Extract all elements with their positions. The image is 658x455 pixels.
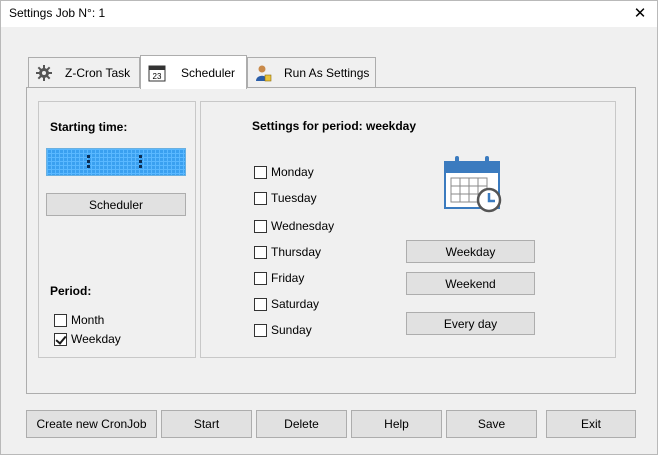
period-month-checkbox[interactable]: Month	[54, 312, 104, 328]
checkbox-label: Friday	[271, 271, 305, 285]
checkbox-label: Monday	[271, 165, 314, 179]
tab-scheduler[interactable]: 23 Scheduler	[140, 55, 247, 89]
day-monday-checkbox[interactable]: Monday	[254, 164, 314, 180]
window-title: Settings Job N°: 1	[9, 6, 106, 20]
checkbox-box[interactable]	[54, 332, 67, 346]
checkbox-label: Weekday	[71, 332, 121, 346]
tab-label: Scheduler	[181, 65, 236, 80]
calendar-icon: 23	[148, 65, 166, 82]
checkbox-box[interactable]	[254, 191, 267, 205]
time-display	[46, 148, 186, 176]
checkbox-box[interactable]	[254, 219, 267, 233]
calendar-clock-icon	[444, 156, 502, 213]
checkbox-box[interactable]	[254, 165, 267, 179]
period-label: Period:	[50, 284, 92, 298]
checkbox-label: Saturday	[271, 297, 320, 311]
start-button[interactable]: Start	[161, 410, 252, 438]
checkbox-box[interactable]	[54, 313, 67, 327]
checkbox-label: Wednesday	[271, 219, 335, 233]
tab-z-cron-task[interactable]: Z-Cron Task	[28, 57, 140, 87]
checkbox-label: Sunday	[271, 323, 312, 337]
day-thursday-checkbox[interactable]: Thursday	[254, 244, 321, 260]
calendar-icon-text: 23	[153, 72, 162, 81]
period-settings-heading: Settings for period: weekday	[252, 119, 417, 133]
day-friday-checkbox[interactable]: Friday	[254, 270, 304, 286]
every-day-button[interactable]: Every day	[406, 312, 535, 335]
tab-run-as-settings[interactable]: Run As Settings	[247, 57, 376, 87]
save-button[interactable]: Save	[446, 410, 537, 438]
checkbox-label: Month	[71, 313, 105, 327]
period-weekday-checkbox[interactable]: Weekday	[54, 331, 121, 347]
exit-button[interactable]: Exit	[546, 410, 636, 438]
weekend-button[interactable]: Weekend	[406, 272, 535, 295]
weekday-button[interactable]: Weekday	[406, 240, 535, 263]
close-icon[interactable]: ✕	[629, 3, 651, 25]
help-button[interactable]: Help	[351, 410, 442, 438]
day-tuesday-checkbox[interactable]: Tuesday	[254, 190, 317, 206]
checkbox-box[interactable]	[254, 245, 267, 259]
delete-button[interactable]: Delete	[256, 410, 347, 438]
starting-time-label: Starting time:	[50, 120, 128, 134]
scheduler-button[interactable]: Scheduler	[46, 193, 186, 216]
time-colon	[87, 155, 91, 171]
day-saturday-checkbox[interactable]: Saturday	[254, 296, 319, 312]
tab-label: Z-Cron Task	[65, 65, 131, 80]
day-wednesday-checkbox[interactable]: Wednesday	[254, 218, 334, 234]
checkbox-label: Tuesday	[271, 191, 317, 205]
create-cronjob-button[interactable]: Create new CronJob	[26, 410, 157, 438]
gear-icon	[36, 65, 52, 81]
checkbox-box[interactable]	[254, 271, 267, 285]
title-bar: Settings Job N°: 1 ✕	[1, 1, 657, 27]
checkbox-label: Thursday	[271, 245, 322, 259]
user-icon	[256, 65, 272, 82]
tab-label: Run As Settings	[284, 65, 370, 80]
time-colon	[139, 155, 143, 171]
settings-window: Settings Job N°: 1 ✕ Z-Cron Task 23 Sche…	[0, 0, 658, 455]
day-sunday-checkbox[interactable]: Sunday	[254, 322, 312, 338]
checkbox-box[interactable]	[254, 297, 267, 311]
checkbox-box[interactable]	[254, 323, 267, 337]
